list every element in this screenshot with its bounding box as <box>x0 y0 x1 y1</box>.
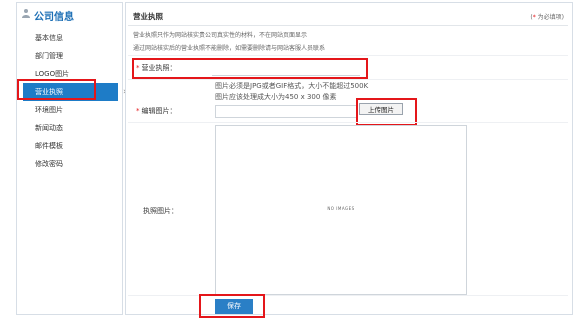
image-size-hint: 图片应该处理成大小为450 x 300 像素 <box>215 93 337 101</box>
highlight-box-license <box>132 58 368 79</box>
sidebar-item-news[interactable]: 新闻动态 <box>23 119 118 137</box>
edit-required-star: * <box>136 107 140 115</box>
sidebar-item-email-template[interactable]: 邮件模板 <box>23 137 118 155</box>
image-format-hint: 图片必须是JPG或者GIF格式，大小不能超过500K <box>215 82 369 90</box>
sidebar-item-basic-info[interactable]: 基本信息 <box>23 29 118 47</box>
row-divider <box>128 295 568 296</box>
note-line-2: 通过网站核实后的营业执照不能删除，如需要删除请与网站客服人员联系 <box>133 45 326 52</box>
license-image-label: 执照图片： <box>143 207 178 215</box>
sidebar-header: 公司信息 <box>17 3 122 25</box>
upload-file-field[interactable] <box>215 105 357 118</box>
sidebar-item-department[interactable]: 部门管理 <box>23 47 118 65</box>
highlight-box-save <box>199 294 265 318</box>
user-icon <box>21 8 31 18</box>
sidebar: 公司信息 基本信息 部门管理 LOGO图片 营业执照 环境图片 新闻动态 邮件模… <box>16 2 127 315</box>
edit-image-label: * 编辑图片： <box>136 106 177 116</box>
edit-image-label-text: 编辑图片： <box>141 107 177 115</box>
page-title: 营业执照 <box>133 12 163 21</box>
title-divider <box>128 25 568 26</box>
sidebar-item-environment[interactable]: 环境图片 <box>23 101 118 119</box>
row-divider <box>128 79 568 80</box>
sidebar-title: 公司信息 <box>34 12 74 23</box>
required-note-text: 为必填项) <box>537 14 564 21</box>
license-image-preview: NO IMAGES <box>215 125 467 295</box>
row-divider <box>128 122 568 123</box>
required-note: (* 为必填项) <box>530 14 564 21</box>
row-divider <box>128 55 568 56</box>
required-star: * <box>532 14 536 21</box>
main-panel: 营业执照 (* 为必填项) 营业执照只作为网站核实贵公司真实性的材料，不在网站页… <box>125 2 573 318</box>
note-line-1: 营业执照只作为网站核实贵公司真实性的材料，不在网站页面显示 <box>133 32 308 39</box>
highlight-box-sidebar <box>17 79 96 100</box>
sidebar-item-change-password[interactable]: 修改密码 <box>23 155 118 173</box>
no-images-placeholder: NO IMAGES <box>327 206 355 211</box>
